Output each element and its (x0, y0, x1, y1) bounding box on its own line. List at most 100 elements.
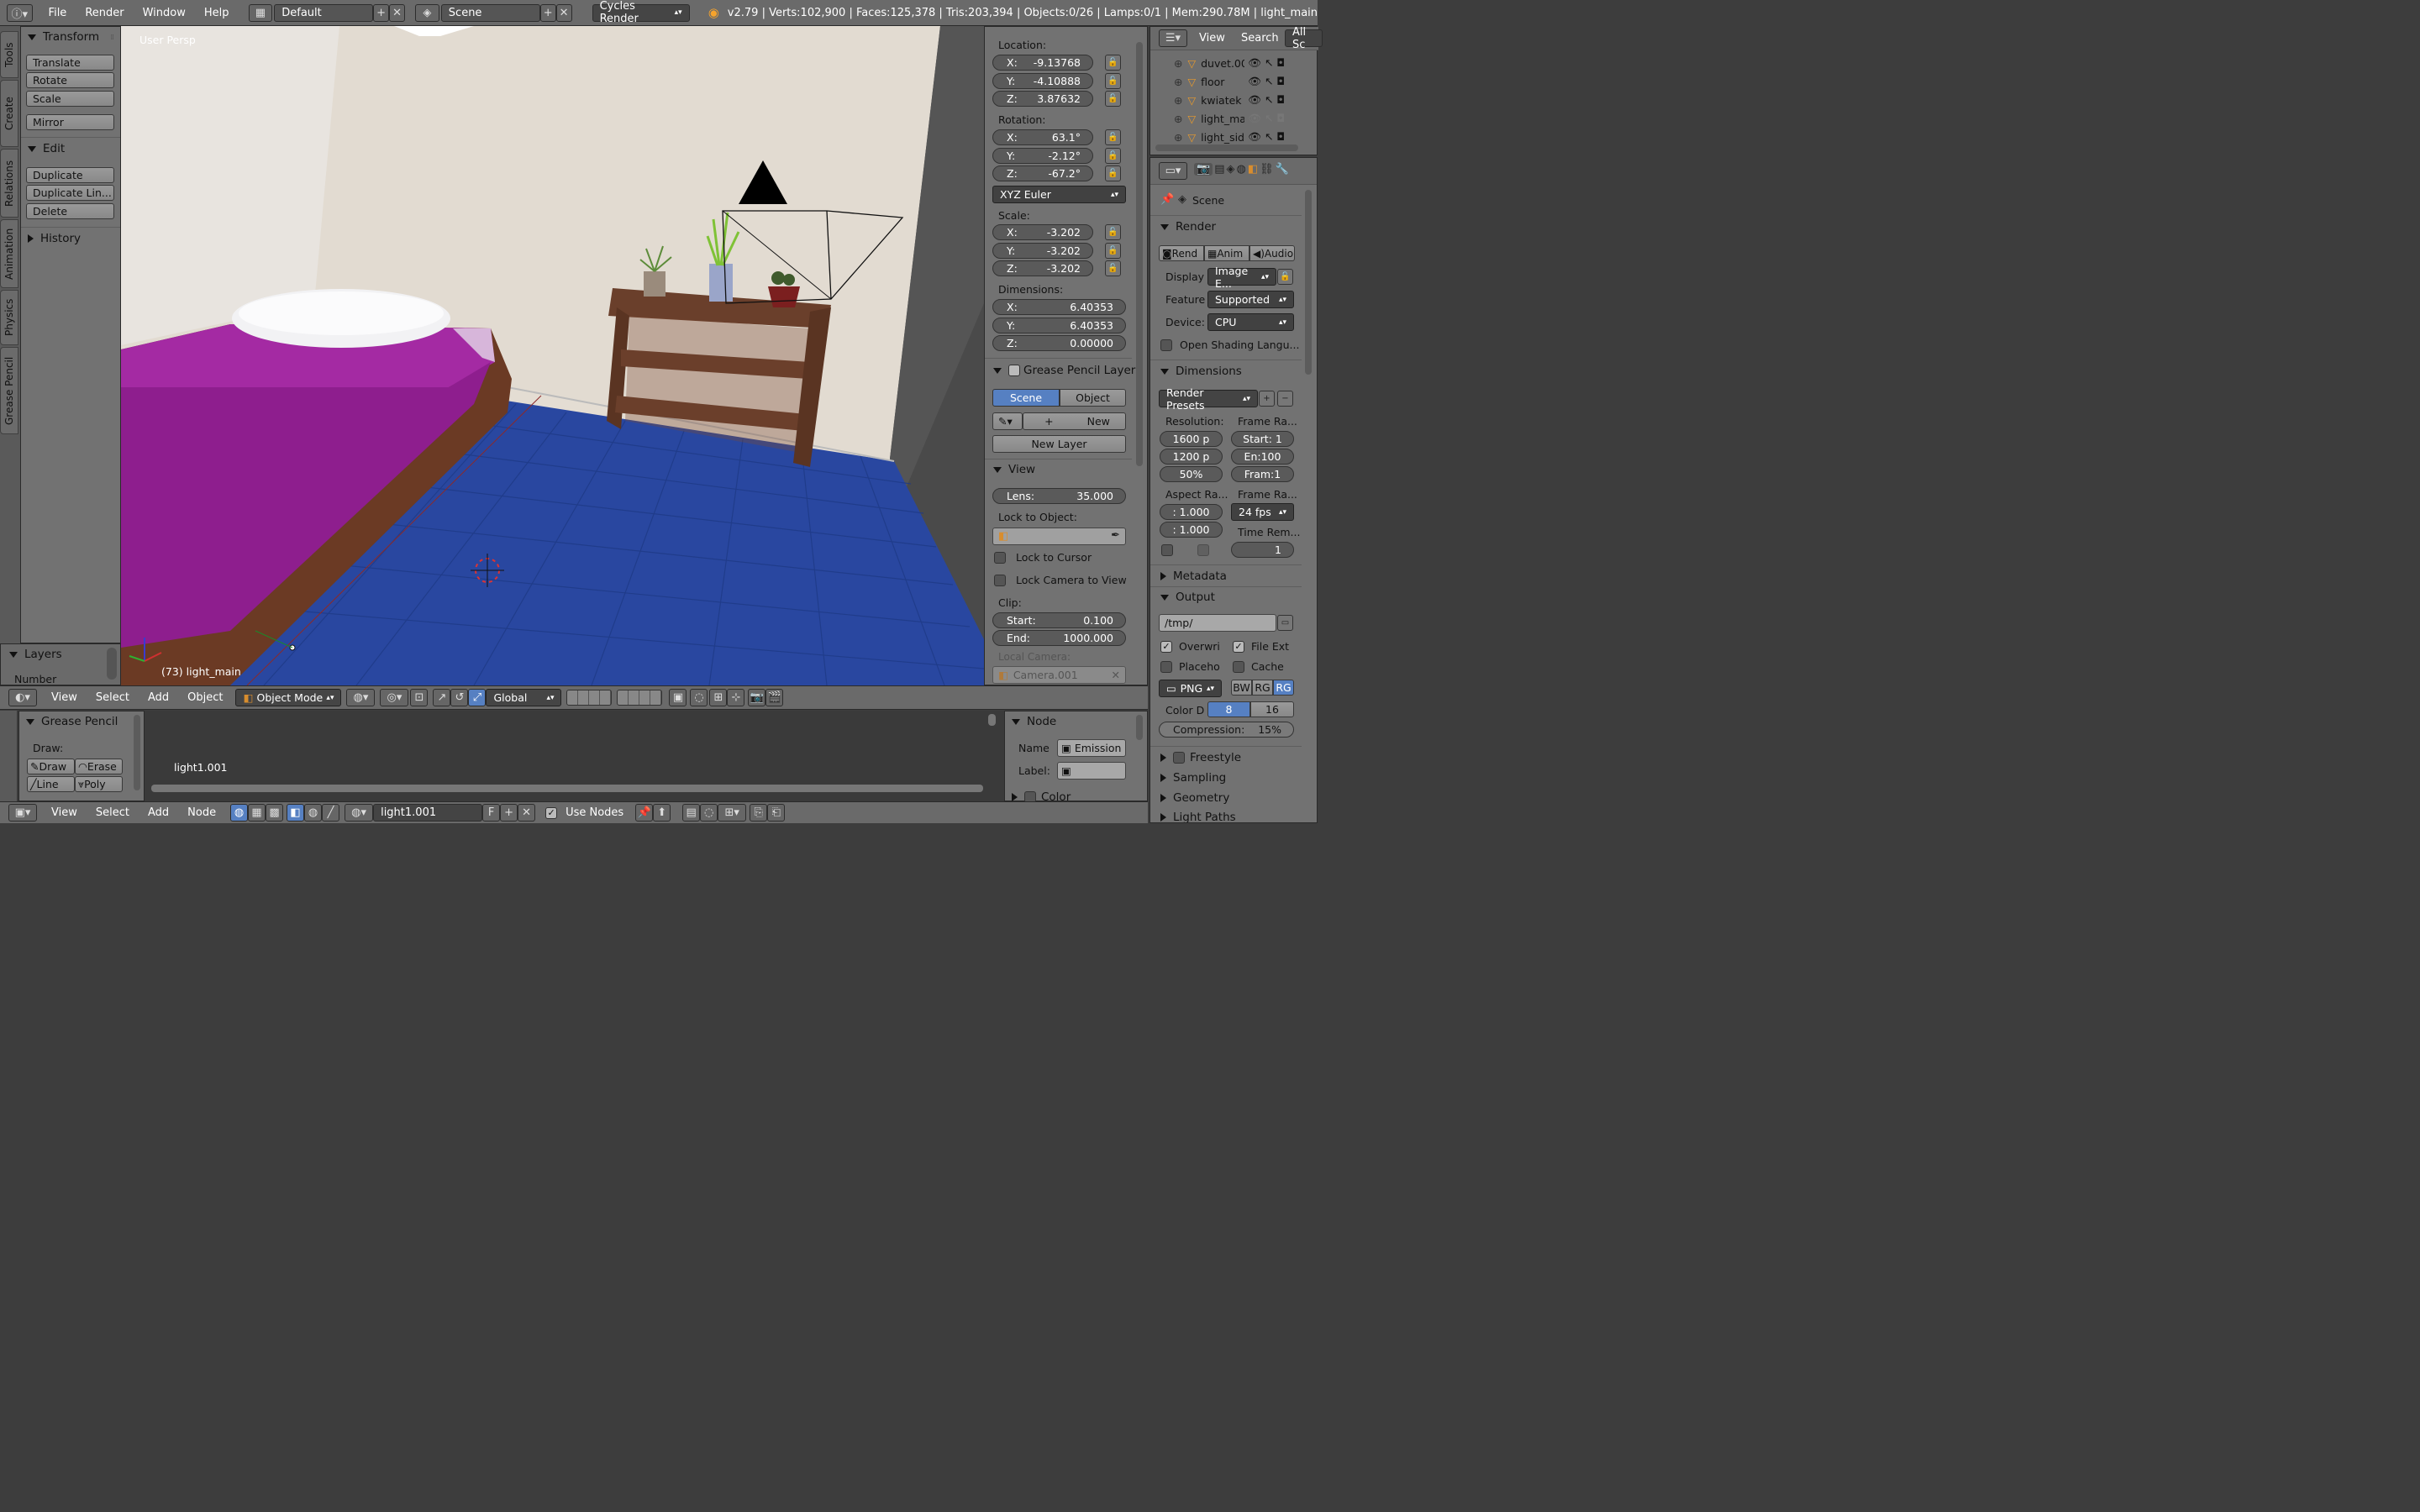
freestyle-panel-header[interactable]: Freestyle (1160, 751, 1241, 764)
shading-icon[interactable]: ◍▾ (346, 689, 376, 706)
aspect-x-field[interactable]: : 1.000 (1160, 504, 1223, 520)
node-menu-select[interactable]: Select (87, 806, 139, 819)
mode-select[interactable]: ◧ Object Mode ▴▾ (235, 689, 342, 706)
tab-grease-pencil[interactable]: Grease Pencil (0, 347, 18, 434)
transform-header[interactable]: Transform (28, 30, 99, 44)
sampling-panel-header[interactable]: Sampling (1160, 771, 1226, 785)
dimension-y-field[interactable]: Y: 6.40353 (992, 318, 1126, 333)
render-still-button[interactable]: ◙ Rend (1159, 245, 1204, 261)
menu-file[interactable]: File (39, 7, 76, 19)
magnet-icon[interactable]: ◌ (700, 804, 718, 822)
dimension-x-field[interactable]: X: 6.40353 (992, 299, 1126, 315)
world-shader-icon[interactable]: ◍ (304, 804, 323, 822)
new-material-icon[interactable]: + (500, 804, 518, 822)
manipulator-icon[interactable]: ⊡ (410, 689, 429, 706)
mirror-button[interactable]: Mirror (26, 114, 114, 130)
resolution-y-field[interactable]: 1200 p (1160, 449, 1223, 465)
border-checkbox[interactable] (1161, 544, 1173, 556)
list-item[interactable]: ⊕ ▽ duvet.00 👁 ↖ ◘ (1150, 54, 1310, 72)
feature-set-select[interactable]: Supported ▴▾ (1207, 291, 1294, 308)
lock-icon[interactable]: 🔓 (1105, 55, 1121, 71)
render-presets-select[interactable]: Render Presets ▴▾ (1159, 386, 1258, 412)
3d-viewport[interactable]: User Persp (73) light_main (121, 26, 984, 685)
node-menu-node[interactable]: Node (178, 806, 225, 819)
clip-end-field[interactable]: End: 1000.000 (992, 630, 1126, 646)
lock-icon[interactable]: 🔓 (1105, 224, 1121, 240)
object-tab-icon[interactable]: ◧ (1248, 163, 1258, 176)
menu-help[interactable]: Help (195, 7, 239, 19)
layer-buttons-icon[interactable] (617, 690, 663, 706)
translate-button[interactable]: Translate (26, 55, 114, 71)
gp-draw-button[interactable]: ✎ Draw (27, 759, 75, 774)
frame-end-field[interactable]: En:100 (1231, 449, 1294, 465)
lock-icon[interactable]: 🔓 (1105, 243, 1121, 259)
eyedropper-icon[interactable]: ✒ (1111, 529, 1120, 542)
rotate-button[interactable]: Rotate (26, 72, 114, 88)
paste-nodes-icon[interactable]: ⎗ (767, 804, 786, 822)
node-panel-header[interactable]: Node (1012, 715, 1056, 728)
lock-icon[interactable]: 🔓 (1105, 91, 1121, 107)
tab-tools[interactable]: Tools (0, 31, 18, 78)
list-item[interactable]: ⊕ ▽ light_ma 👁 ↖ ◘ (1150, 109, 1310, 128)
unlink-material-icon[interactable]: ✕ (518, 804, 536, 822)
dimensions-panel-header[interactable]: Dimensions (1160, 365, 1242, 378)
folder-icon[interactable]: ▭ (1277, 615, 1293, 631)
render-layers-tab-icon[interactable]: ▤ (1214, 163, 1224, 176)
proportional-edit-icon[interactable]: ◌ (690, 689, 708, 706)
clear-icon[interactable]: ✕ (1112, 669, 1120, 681)
scale-x-field[interactable]: X: -3.202 (992, 224, 1093, 240)
local-camera-field[interactable]: ◧ Camera.001 ✕ (992, 666, 1126, 684)
lock-layers-icon[interactable]: ▣ (669, 689, 687, 706)
geometry-panel-header[interactable]: Geometry (1160, 791, 1229, 805)
texture-nodes-icon[interactable]: ▦ (248, 804, 266, 822)
pin-icon[interactable]: 📌 (1160, 193, 1174, 206)
lock-icon[interactable]: 🔓 (1105, 260, 1121, 276)
gp-layers-checkbox[interactable] (1008, 365, 1020, 376)
node-editor-h-scrollbar[interactable] (151, 785, 983, 792)
scale-z-field[interactable]: Z: -3.202 (992, 260, 1093, 276)
linestyle-shader-icon[interactable]: ╱ (322, 804, 340, 822)
scale-manipulator-icon[interactable]: ⤢ (468, 689, 487, 706)
rotation-y-field[interactable]: Y: -2.12° (992, 148, 1093, 164)
render-panel-header[interactable]: Render (1160, 220, 1216, 234)
node-menu-view[interactable]: View (42, 806, 87, 819)
snap-element-icon[interactable]: ⊞▾ (718, 804, 747, 822)
remove-scene-icon[interactable]: ✕ (555, 3, 572, 22)
add-preset-icon[interactable]: + (1259, 391, 1275, 407)
lock-icon[interactable]: 🔓 (1105, 129, 1121, 145)
render-tab-icon[interactable]: 📷 (1194, 163, 1213, 176)
add-scene-icon[interactable]: + (539, 3, 556, 22)
outliner-view-menu[interactable]: View (1199, 32, 1225, 45)
view-panel-header[interactable]: View (993, 463, 1035, 476)
use-nodes-checkbox[interactable]: ✓ Use Nodes (545, 806, 623, 819)
orientation-select[interactable]: Global ▴▾ (486, 689, 562, 706)
lock-icon[interactable]: 🔓 (1277, 269, 1293, 285)
lock-icon[interactable]: 🔓 (1105, 165, 1121, 181)
node-editor-v-scrollbar[interactable] (988, 714, 996, 726)
lock-icon[interactable]: 🔓 (1105, 73, 1121, 89)
depth-16-button[interactable]: 16 (1250, 701, 1294, 717)
node-name-input[interactable]: ▣ Emission (1057, 739, 1126, 757)
depth-8-button[interactable]: 8 (1207, 701, 1250, 717)
scene-tab-icon[interactable]: ◈ (1226, 163, 1234, 176)
new-gp-button[interactable]: + New (1023, 412, 1126, 430)
layer-buttons-icon[interactable] (566, 690, 613, 706)
crop-checkbox[interactable] (1197, 544, 1209, 556)
outliner-editor-icon[interactable]: ☰▾ (1159, 29, 1187, 47)
node-editor[interactable]: Grease Pencil Draw: ✎ Draw ◠ Erase ╱ Line ⩔… (0, 711, 1148, 804)
viewport-menu-add[interactable]: Add (139, 691, 178, 704)
list-item[interactable]: ⊕ ▽ floor 👁 ↖ ◘ (1150, 72, 1310, 91)
file-format-select[interactable]: ▭ PNG ▴▾ (1159, 680, 1222, 697)
new-layer-button[interactable]: New Layer (992, 435, 1126, 453)
object-toggle-button[interactable]: Object (1060, 389, 1126, 407)
snap-icon[interactable]: ⊞ (709, 689, 728, 706)
delete-button[interactable]: Delete (26, 203, 114, 219)
properties-scrollbar[interactable] (1305, 190, 1312, 375)
node-editor-type-icon[interactable]: ▣▾ (8, 804, 37, 822)
properties-editor-icon[interactable]: ▭▾ (1159, 162, 1187, 180)
viewport-menu-view[interactable]: View (42, 691, 87, 704)
duplicate-button[interactable]: Duplicate (26, 167, 114, 183)
rotate-manipulator-icon[interactable]: ↺ (450, 689, 469, 706)
snap-icon[interactable]: ▤ (682, 804, 701, 822)
snap-target-icon[interactable]: ⊹ (727, 689, 745, 706)
